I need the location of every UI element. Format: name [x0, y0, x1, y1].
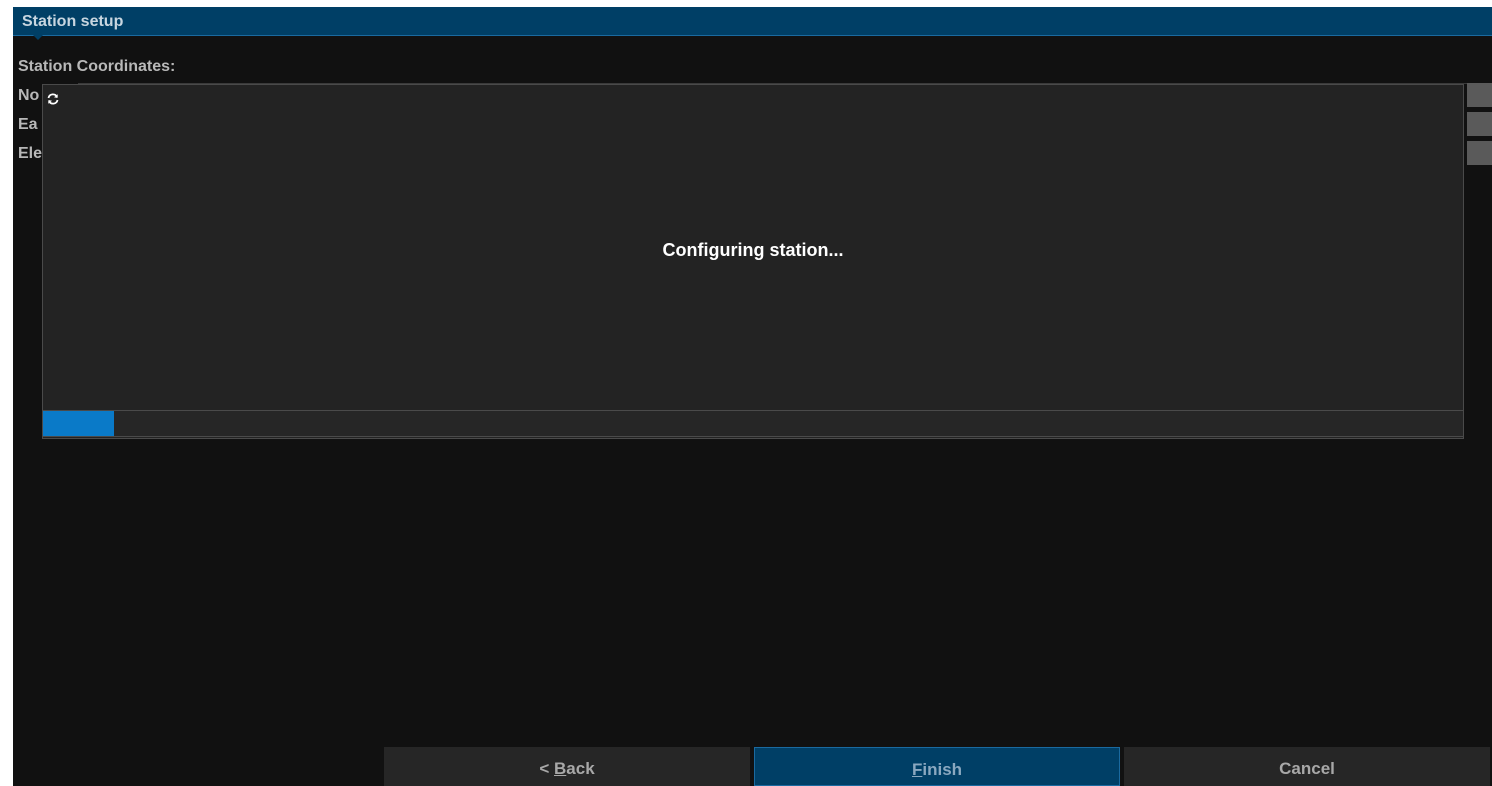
easting-field-button[interactable]	[1467, 112, 1492, 136]
northing-field-button[interactable]	[1467, 83, 1492, 107]
northing-label: No	[18, 87, 40, 104]
progress-bar-fill	[43, 411, 114, 436]
sync-icon	[46, 92, 60, 106]
back-button-mnemonic: B	[554, 759, 567, 778]
finish-button[interactable]: Finish	[754, 747, 1120, 786]
finish-button-rest: inish	[922, 760, 963, 779]
progress-dialog: Configuring station...	[42, 84, 1464, 439]
window-title: Station setup	[22, 13, 124, 30]
title-notch	[33, 35, 43, 40]
back-button-rest: ack	[566, 759, 595, 778]
cancel-button[interactable]: Cancel	[1124, 747, 1490, 786]
back-button-prefix: <	[539, 759, 554, 778]
progress-message: Configuring station...	[662, 240, 844, 260]
station-coordinates-label: Station Coordinates:	[18, 58, 176, 75]
title-bar: Station setup	[13, 7, 1492, 36]
finish-button-mnemonic: F	[911, 760, 923, 779]
back-button[interactable]: < Back	[384, 747, 750, 786]
elevation-label: Ele	[18, 145, 43, 162]
elevation-field-button[interactable]	[1467, 141, 1492, 165]
station-setup-window: Station setup Station Coordinates: No Ea…	[13, 7, 1492, 786]
easting-label: Ea	[18, 116, 38, 133]
progress-bar	[43, 410, 1463, 437]
